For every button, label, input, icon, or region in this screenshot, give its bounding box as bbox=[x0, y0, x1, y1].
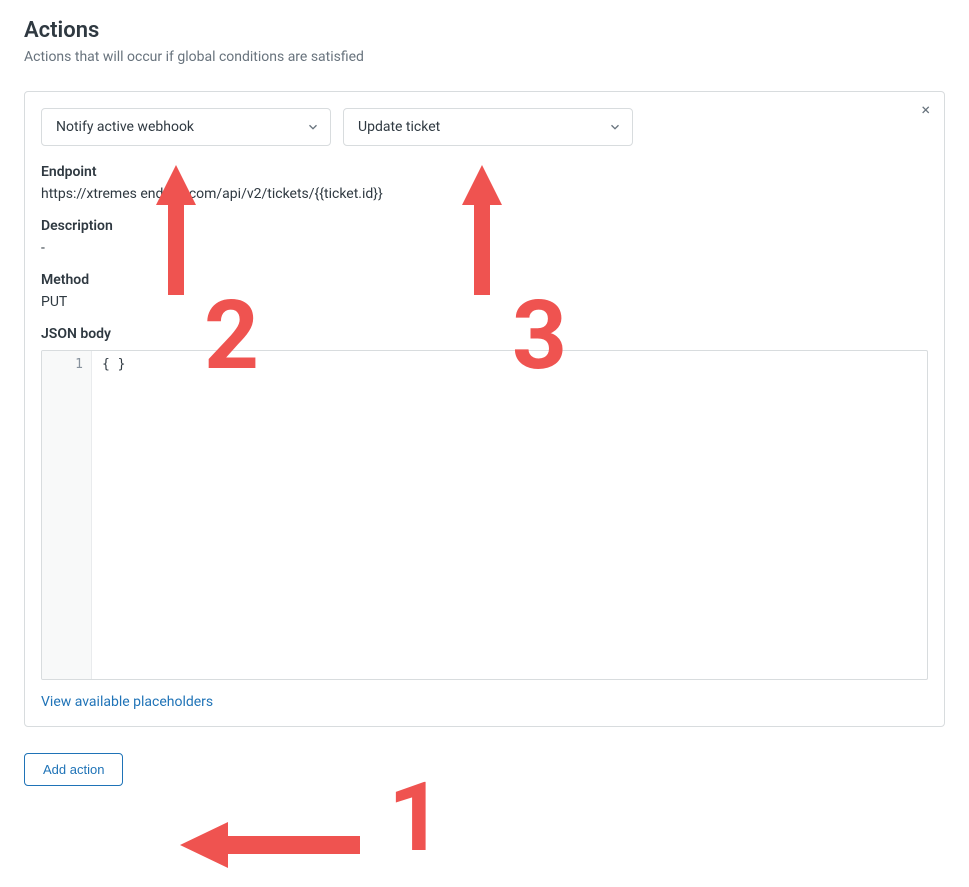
add-action-button[interactable]: Add action bbox=[24, 753, 123, 786]
method-label: Method bbox=[41, 272, 928, 288]
action-selects-row: Notify active webhook Update ticket bbox=[41, 108, 928, 146]
code-gutter: 1 bbox=[42, 351, 92, 679]
json-body-label: JSON body bbox=[41, 326, 928, 342]
action-type-select-value: Notify active webhook bbox=[56, 119, 194, 135]
code-area[interactable]: { } bbox=[92, 351, 927, 679]
action-card: × Notify active webhook Update ticket En… bbox=[24, 91, 945, 727]
code-line: { } bbox=[102, 357, 917, 372]
chevron-down-icon bbox=[306, 120, 320, 134]
endpoint-label: Endpoint bbox=[41, 164, 928, 180]
annotation-arrow-1 bbox=[180, 818, 360, 872]
chevron-down-icon bbox=[608, 120, 622, 134]
webhook-target-select[interactable]: Update ticket bbox=[343, 108, 633, 146]
action-type-select[interactable]: Notify active webhook bbox=[41, 108, 331, 146]
description-value: - bbox=[41, 240, 928, 256]
webhook-target-select-value: Update ticket bbox=[358, 119, 440, 135]
page-subtitle: Actions that will occur if global condit… bbox=[24, 49, 945, 65]
method-value: PUT bbox=[41, 294, 928, 310]
view-placeholders-link[interactable]: View available placeholders bbox=[41, 694, 213, 710]
description-label: Description bbox=[41, 218, 928, 234]
endpoint-value: https://xtremes endesk.com/api/v2/ticket… bbox=[41, 186, 928, 202]
line-number: 1 bbox=[42, 357, 83, 372]
json-body-editor[interactable]: 1 { } bbox=[41, 350, 928, 680]
annotation-number-1: 1 bbox=[388, 770, 443, 866]
page-title: Actions bbox=[24, 18, 945, 43]
close-icon[interactable]: × bbox=[921, 102, 930, 118]
